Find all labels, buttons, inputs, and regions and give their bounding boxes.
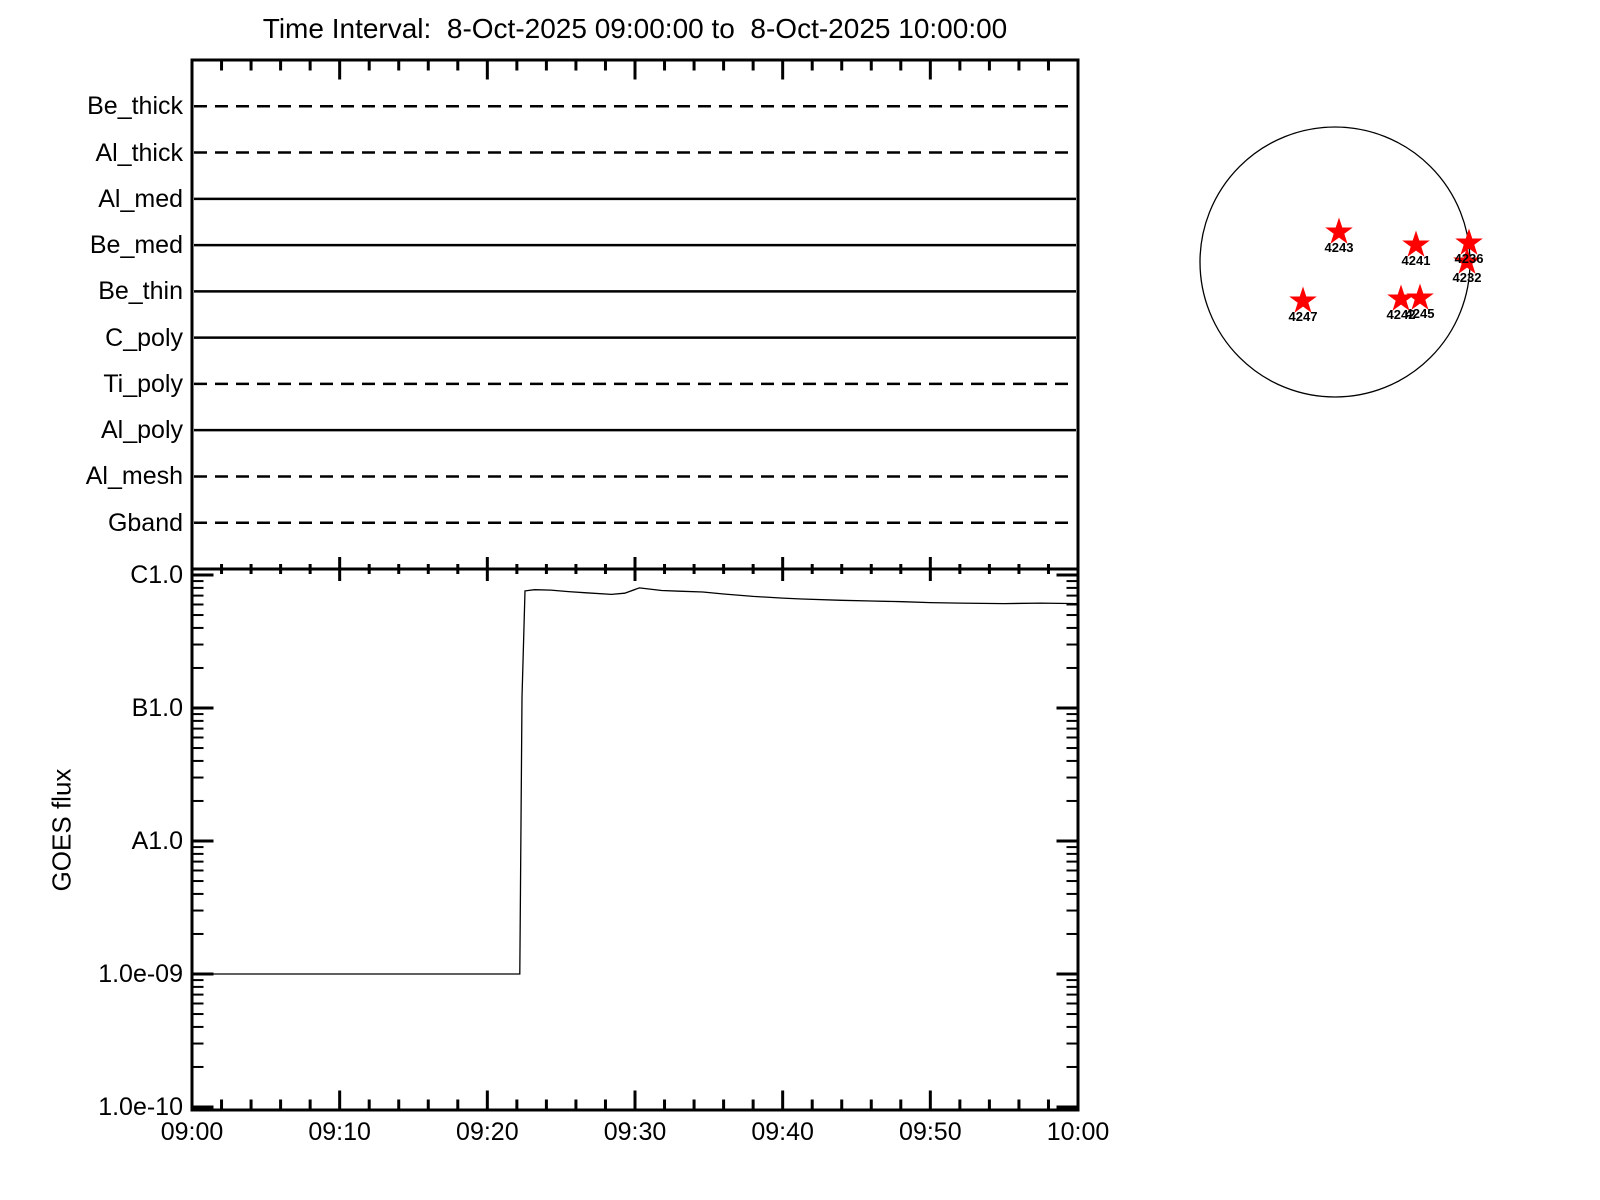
x-tick-label-09:10: 09:10 bbox=[308, 1118, 371, 1146]
y-tick-label-1.0e-09: 1.0e-09 bbox=[98, 960, 183, 988]
goes-flux-axis-title: GOES flux bbox=[47, 769, 78, 892]
active-region-label-4247: 4247 bbox=[1289, 310, 1318, 324]
x-tick-label-09:00: 09:00 bbox=[161, 1118, 224, 1146]
filter-label-Be_thin: Be_thin bbox=[98, 277, 183, 305]
filter-label-Be_thick: Be_thick bbox=[87, 92, 183, 120]
x-tick-label-10:00: 10:00 bbox=[1047, 1118, 1110, 1146]
filter-label-Al_mesh: Al_mesh bbox=[86, 462, 183, 490]
active-region-label-4245: 4245 bbox=[1406, 307, 1435, 321]
filter-label-C_poly: C_poly bbox=[105, 324, 183, 352]
goes-panel-frame bbox=[192, 569, 1078, 1110]
x-tick-label-09:50: 09:50 bbox=[899, 1118, 962, 1146]
y-tick-label-C1.0: C1.0 bbox=[130, 561, 183, 589]
active-region-label-4241: 4241 bbox=[1402, 254, 1431, 268]
y-tick-label-1.0e-10: 1.0e-10 bbox=[98, 1093, 183, 1121]
active-region-label-4232: 4232 bbox=[1453, 271, 1482, 285]
filter-label-Gband: Gband bbox=[108, 509, 183, 537]
filter-label-Al_poly: Al_poly bbox=[101, 416, 183, 444]
active-region-label-4243: 4243 bbox=[1325, 241, 1354, 255]
filter-label-Ti_poly: Ti_poly bbox=[103, 370, 183, 398]
active-region-label-4236: 4236 bbox=[1455, 252, 1484, 266]
x-tick-label-09:40: 09:40 bbox=[751, 1118, 814, 1146]
plot-canvas: Time Interval: 8-Oct-2025 09:00:00 to 8-… bbox=[0, 0, 1600, 1200]
y-tick-label-A1.0: A1.0 bbox=[132, 827, 183, 855]
plot-graphics bbox=[0, 0, 1600, 1200]
filter-label-Al_med: Al_med bbox=[98, 185, 183, 213]
plot-title: Time Interval: 8-Oct-2025 09:00:00 to 8-… bbox=[192, 13, 1078, 45]
filter-label-Al_thick: Al_thick bbox=[95, 139, 183, 167]
x-tick-label-09:20: 09:20 bbox=[456, 1118, 519, 1146]
x-tick-label-09:30: 09:30 bbox=[604, 1118, 667, 1146]
goes-flux-curve bbox=[192, 588, 1078, 974]
filter-label-Be_med: Be_med bbox=[90, 231, 183, 259]
y-tick-label-B1.0: B1.0 bbox=[132, 694, 183, 722]
filter-panel-frame bbox=[192, 60, 1078, 569]
